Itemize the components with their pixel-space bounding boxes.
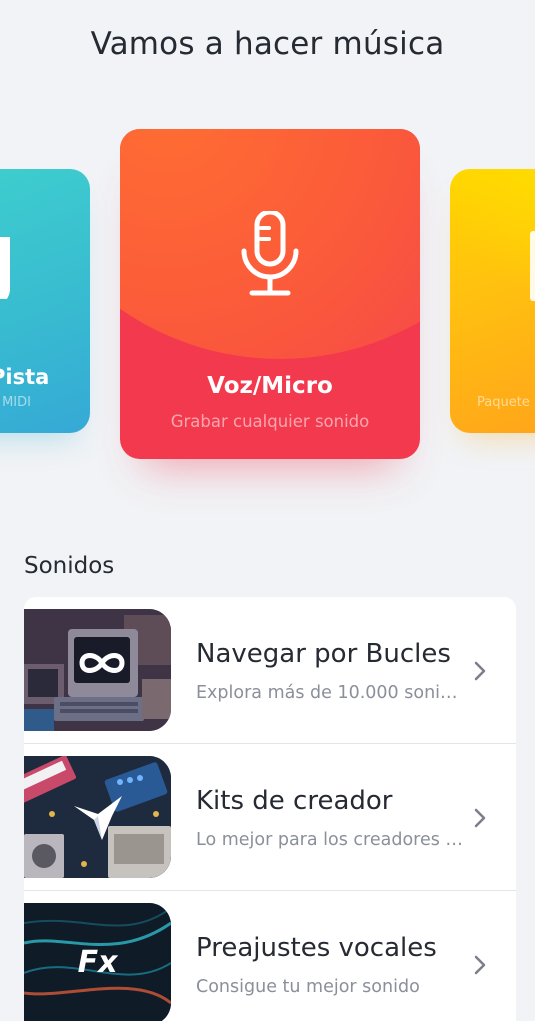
microphone-icon (241, 211, 299, 296)
card-subtitle-track: o MIDI (0, 395, 31, 410)
list-item-vocal-presets[interactable]: Fx Preajustes vocales Consigue tu mejor … (24, 891, 516, 1021)
loops-thumbnail (24, 609, 171, 731)
fx-icon: Fx (77, 945, 118, 980)
bird-logo-icon (74, 796, 122, 840)
row-title-vocal-presets: Preajustes vocales (196, 933, 437, 963)
row-title-loops: Navegar por Bucles (196, 639, 451, 669)
music-note-icon (0, 237, 10, 299)
loop-infinity-icon (79, 653, 125, 673)
list-item-creator-kits[interactable]: Kits de creador Lo mejor para los creado… (24, 744, 516, 890)
card-subtitle-voice: Grabar cualquier sonido (170, 412, 370, 431)
page-title: Vamos a hacer música (90, 26, 445, 62)
chevron-right-icon (474, 955, 486, 975)
sounds-list: Navegar por Bucles Explora más de 10.000… (24, 597, 516, 1021)
carousel-card-track[interactable]: Pista o MIDI (0, 169, 90, 433)
list-item-loops[interactable]: Navegar por Bucles Explora más de 10.000… (24, 597, 516, 743)
row-subtitle-vocal-presets: Consigue tu mejor sonido (196, 977, 420, 997)
row-title-creator-kits: Kits de creador (196, 786, 393, 816)
card-subtitle-packs: Paquete (477, 395, 530, 410)
card-title-voice: Voz/Micro (207, 373, 333, 399)
page: Vamos a hacer música Pista o MIDI Voz/Mi… (0, 0, 535, 1021)
chevron-right-icon (474, 661, 486, 681)
row-subtitle-creator-kits: Lo mejor para los creadores de contenido (196, 830, 464, 850)
creator-kits-thumbnail (24, 756, 171, 878)
carousel-card-packs[interactable]: Paquete (450, 169, 535, 433)
pack-icon (530, 231, 535, 301)
carousel-card-voice[interactable]: Voz/Micro Grabar cualquier sonido (120, 129, 420, 459)
row-subtitle-loops: Explora más de 10.000 sonidos (196, 683, 464, 703)
chevron-right-icon (474, 808, 486, 828)
card-gradient-glow (450, 169, 535, 309)
vocal-presets-thumbnail: Fx (24, 903, 171, 1021)
card-title-track: Pista (0, 365, 50, 389)
section-title-sounds: Sonidos (24, 553, 115, 579)
